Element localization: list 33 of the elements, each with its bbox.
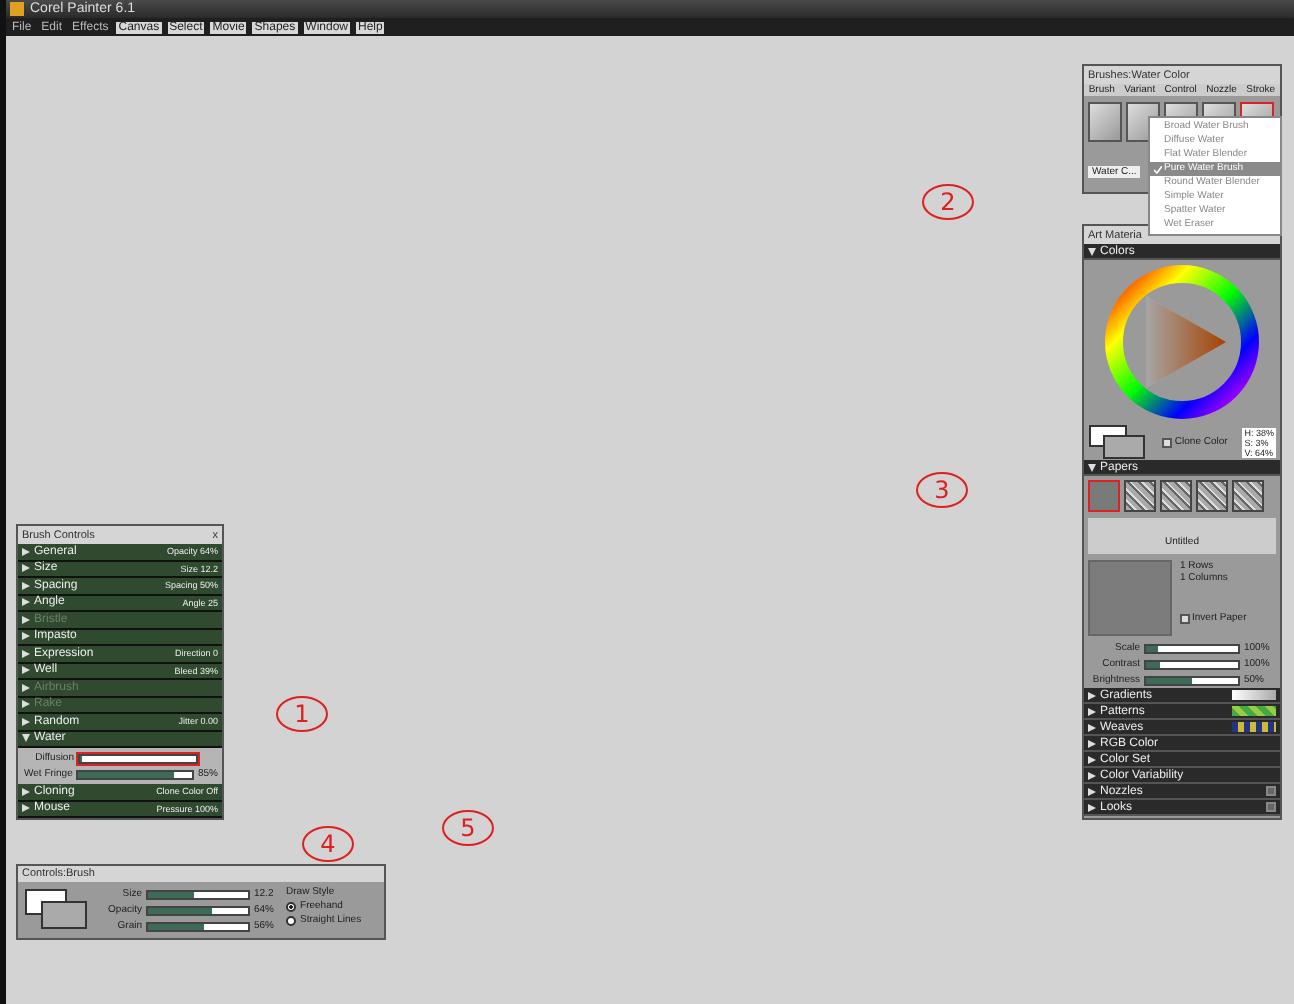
color-swatches-icon	[1088, 424, 1148, 460]
paper-preview	[1088, 560, 1172, 636]
paper-swatch[interactable]	[1124, 480, 1156, 512]
slider-track[interactable]	[1144, 643, 1240, 653]
annotation-mark: 5	[442, 810, 494, 846]
gradient-preview	[1232, 690, 1276, 700]
slider-track[interactable]	[146, 905, 250, 915]
radio-button[interactable]	[286, 901, 297, 911]
expanded-triangle-icon	[22, 734, 30, 743]
annotation-mark: 4	[302, 826, 354, 862]
expanded-triangle-icon	[1088, 247, 1096, 255]
paper-swatch[interactable]	[1088, 480, 1120, 512]
slider-track[interactable]	[76, 769, 194, 779]
annotation-mark: 2	[922, 184, 974, 220]
annotation-mark: 3	[916, 472, 968, 508]
checkbox[interactable]	[1180, 613, 1190, 623]
radio-button[interactable]	[286, 915, 297, 925]
app-icon	[10, 2, 24, 16]
slider-track[interactable]	[78, 753, 198, 763]
checkbox[interactable]	[1162, 437, 1173, 447]
paper-swatch[interactable]	[1232, 480, 1264, 512]
expanded-triangle-icon	[1088, 463, 1096, 471]
slider-track[interactable]	[1144, 659, 1240, 669]
pattern-preview	[1232, 706, 1276, 716]
paper-swatch[interactable]	[1160, 480, 1192, 512]
weave-preview	[1232, 722, 1276, 732]
checkmark-icon	[1154, 165, 1162, 173]
slider-track[interactable]	[1144, 675, 1240, 685]
slider-track[interactable]	[146, 921, 250, 931]
annotation-mark: 1	[276, 696, 328, 732]
paper-swatch[interactable]	[1196, 480, 1228, 512]
brush-icon[interactable]	[1088, 102, 1122, 142]
slider-track[interactable]	[146, 889, 250, 899]
